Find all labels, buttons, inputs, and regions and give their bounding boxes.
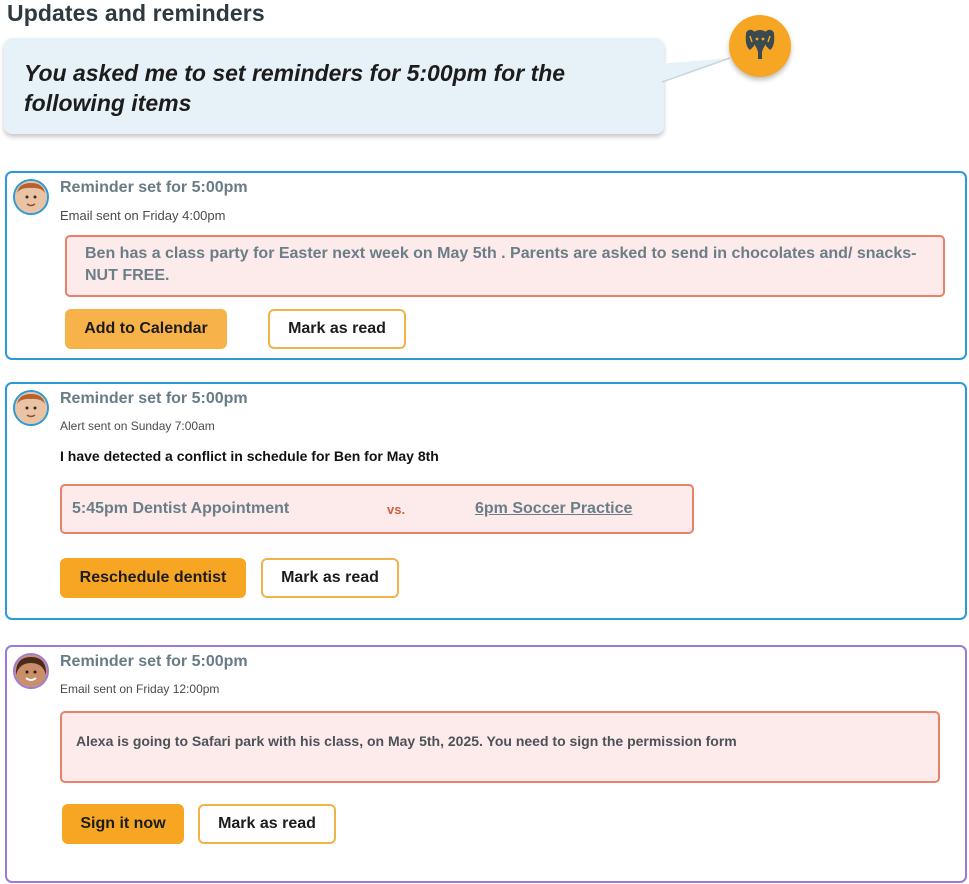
conflict-message: I have detected a conflict in schedule f… bbox=[60, 448, 439, 464]
reminder-title: Reminder set for 5:00pm bbox=[60, 390, 248, 407]
elephant-icon bbox=[745, 29, 775, 59]
reschedule-dentist-button[interactable]: Reschedule dentist bbox=[60, 558, 246, 598]
sent-info: Email sent on Friday 12:00pm bbox=[60, 682, 220, 696]
reminder-note: Alexa is going to Safari park with his c… bbox=[60, 711, 940, 783]
reminder-title: Reminder set for 5:00pm bbox=[60, 179, 248, 196]
conflict-event-dentist: 5:45pm Dentist Appointment bbox=[72, 500, 290, 517]
mark-as-read-button[interactable]: Mark as read bbox=[198, 804, 336, 844]
assistant-avatar[interactable] bbox=[729, 15, 791, 77]
conflict-box: 5:45pm Dentist Appointment vs. 6pm Socce… bbox=[60, 484, 694, 534]
sent-info: Email sent on Friday 4:00pm bbox=[60, 208, 226, 223]
reminder-note: Ben has a class party for Easter next we… bbox=[65, 235, 945, 297]
assistant-message-bubble: You asked me to set reminders for 5:00pm… bbox=[4, 38, 664, 134]
add-to-calendar-button[interactable]: Add to Calendar bbox=[65, 309, 227, 349]
conflict-event-soccer-link[interactable]: 6pm Soccer Practice bbox=[475, 500, 632, 518]
mark-as-read-button[interactable]: Mark as read bbox=[261, 558, 399, 598]
mark-as-read-button[interactable]: Mark as read bbox=[268, 309, 406, 349]
child-avatar bbox=[13, 390, 49, 426]
reminder-card: Reminder set for 5:00pm Email sent on Fr… bbox=[5, 171, 967, 360]
reminder-card: Reminder set for 5:00pm Email sent on Fr… bbox=[5, 645, 967, 883]
assistant-message: You asked me to set reminders for 5:00pm… bbox=[24, 60, 566, 116]
child-avatar bbox=[13, 653, 49, 689]
child-avatar bbox=[13, 179, 49, 215]
sent-info: Alert sent on Sunday 7:00am bbox=[60, 419, 215, 433]
page-title: Updates and reminders bbox=[7, 0, 265, 26]
sign-it-now-button[interactable]: Sign it now bbox=[62, 804, 184, 844]
bubble-tail bbox=[658, 57, 731, 83]
conflict-vs-label: vs. bbox=[387, 502, 406, 517]
reminder-card: Reminder set for 5:00pm Alert sent on Su… bbox=[5, 382, 967, 620]
reminder-title: Reminder set for 5:00pm bbox=[60, 653, 248, 670]
